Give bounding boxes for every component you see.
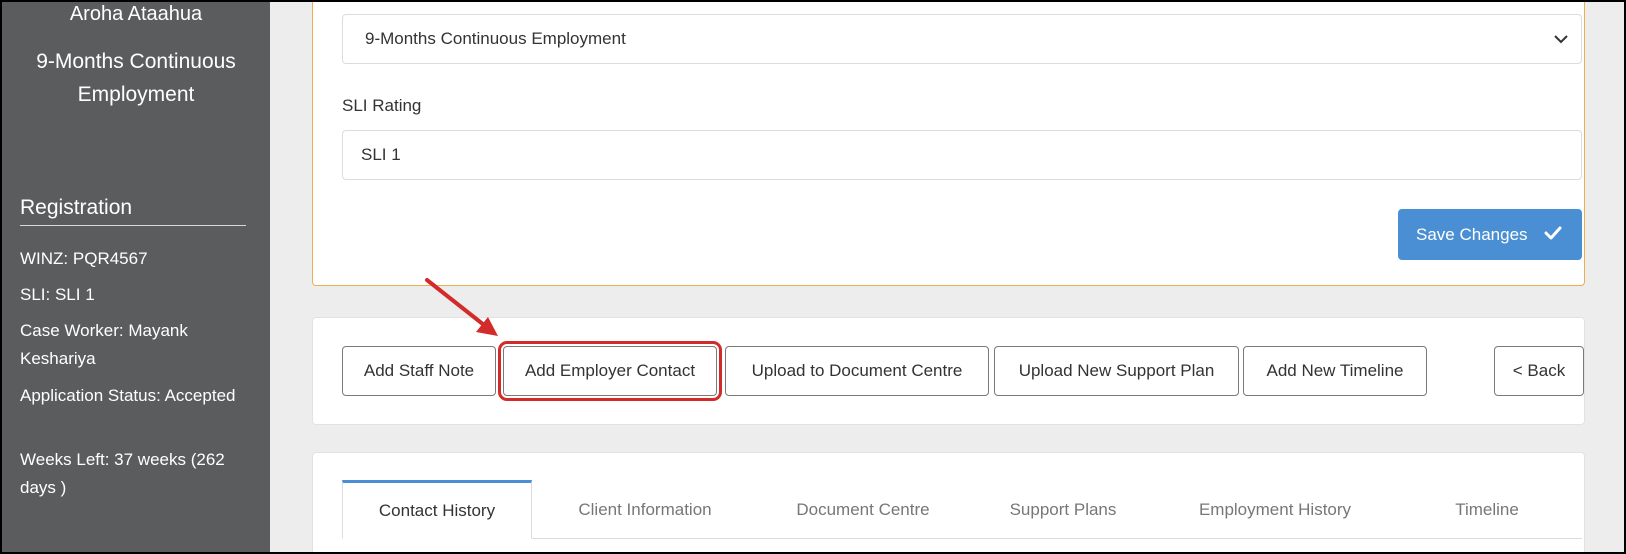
tab-client-information[interactable]: Client Information <box>550 480 740 539</box>
chevron-down-icon <box>1551 15 1571 63</box>
info-weeks-left: Weeks Left: 37 weeks (262 days ) <box>20 450 225 497</box>
registration-heading: Registration <box>20 195 246 226</box>
check-icon <box>1544 225 1562 245</box>
info-application-status: Application Status: Accepted <box>20 386 236 405</box>
info-sli: SLI: SLI 1 <box>20 285 95 304</box>
tab-contact-history[interactable]: Contact History <box>342 480 532 539</box>
app-window: Aroha Ataahua 9-Months Continuous Employ… <box>2 2 1624 552</box>
program-select[interactable]: 9-Months Continuous Employment <box>342 14 1582 64</box>
program-select-value: 9-Months Continuous Employment <box>365 29 626 48</box>
save-changes-label: Save Changes <box>1416 224 1528 244</box>
tab-employment-history[interactable]: Employment History <box>1180 480 1370 539</box>
tab-document-centre[interactable]: Document Centre <box>768 480 958 539</box>
save-changes-button[interactable]: Save Changes <box>1398 209 1582 260</box>
sli-rating-label: SLI Rating <box>342 96 422 115</box>
add-staff-note-button[interactable]: Add Staff Note <box>342 346 496 396</box>
upload-document-centre-button[interactable]: Upload to Document Centre <box>725 346 989 396</box>
upload-support-plan-button[interactable]: Upload New Support Plan <box>994 346 1239 396</box>
info-winz: WINZ: PQR4567 <box>20 249 148 268</box>
client-program: 9-Months Continuous Employment <box>36 50 236 106</box>
info-case-worker: Case Worker: Mayank Keshariya <box>20 321 188 368</box>
sli-rating-input[interactable]: SLI 1 <box>342 130 1582 180</box>
tab-timeline[interactable]: Timeline <box>1392 480 1582 539</box>
client-sidebar: Aroha Ataahua 9-Months Continuous Employ… <box>2 2 270 552</box>
add-employer-contact-button[interactable]: Add Employer Contact <box>498 341 722 401</box>
tab-support-plans[interactable]: Support Plans <box>968 480 1158 539</box>
client-name: Aroha Ataahua <box>69 3 203 25</box>
back-button[interactable]: < Back <box>1494 346 1584 396</box>
add-new-timeline-button[interactable]: Add New Timeline <box>1243 346 1427 396</box>
